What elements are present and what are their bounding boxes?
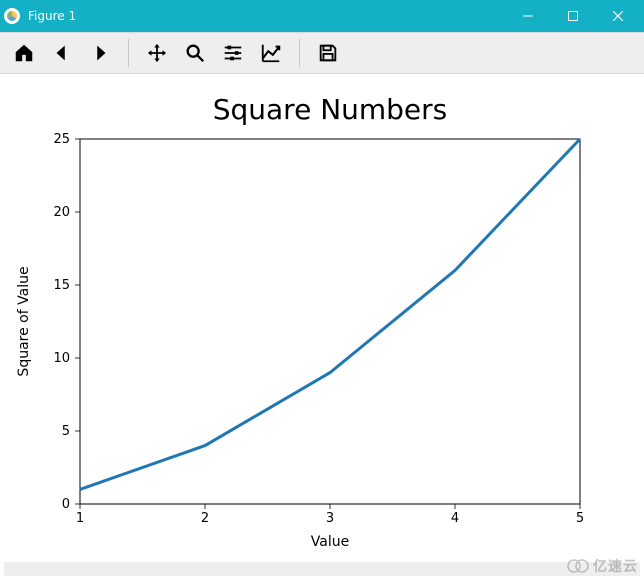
watermark: 亿速云 [567, 556, 638, 576]
maximize-button[interactable] [550, 0, 595, 32]
edit-axis-button[interactable] [253, 35, 289, 71]
toolbar-separator [299, 39, 300, 67]
y-tick-label: 5 [62, 424, 70, 439]
x-tick-label: 3 [326, 511, 334, 526]
x-tick-label: 1 [76, 511, 84, 526]
figure-canvas[interactable]: 1 2 3 4 5 0 5 10 15 20 25 Square Numbers Value Square… [0, 74, 644, 562]
app-icon [4, 8, 20, 24]
y-tick-label: 25 [53, 132, 70, 147]
x-tick-label: 4 [451, 511, 459, 526]
window-title: Figure 1 [28, 9, 76, 23]
y-tick-label: 0 [62, 497, 70, 512]
close-button[interactable] [595, 0, 640, 32]
window-titlebar: Figure 1 [0, 0, 644, 32]
chart-title: Square Numbers [213, 93, 448, 126]
pan-button[interactable] [139, 35, 175, 71]
status-bar [4, 562, 640, 576]
configure-subplots-button[interactable] [215, 35, 251, 71]
watermark-icon [567, 558, 589, 574]
save-button[interactable] [310, 35, 346, 71]
y-tick-label: 15 [53, 278, 70, 293]
x-axis-label: Value [311, 534, 349, 550]
forward-button[interactable] [82, 35, 118, 71]
x-tick-label: 2 [201, 511, 209, 526]
back-button[interactable] [44, 35, 80, 71]
toolbar-separator [128, 39, 129, 67]
zoom-button[interactable] [177, 35, 213, 71]
y-axis-label: Square of Value [16, 266, 32, 376]
watermark-text: 亿速云 [593, 556, 638, 576]
home-button[interactable] [6, 35, 42, 71]
x-tick-label: 5 [576, 511, 584, 526]
y-tick-label: 10 [53, 351, 70, 366]
chart-plot: 1 2 3 4 5 0 5 10 15 20 25 Square Numbers Value Square… [0, 74, 644, 562]
matplotlib-toolbar [0, 32, 644, 74]
minimize-button[interactable] [505, 0, 550, 32]
y-tick-label: 20 [53, 205, 70, 220]
